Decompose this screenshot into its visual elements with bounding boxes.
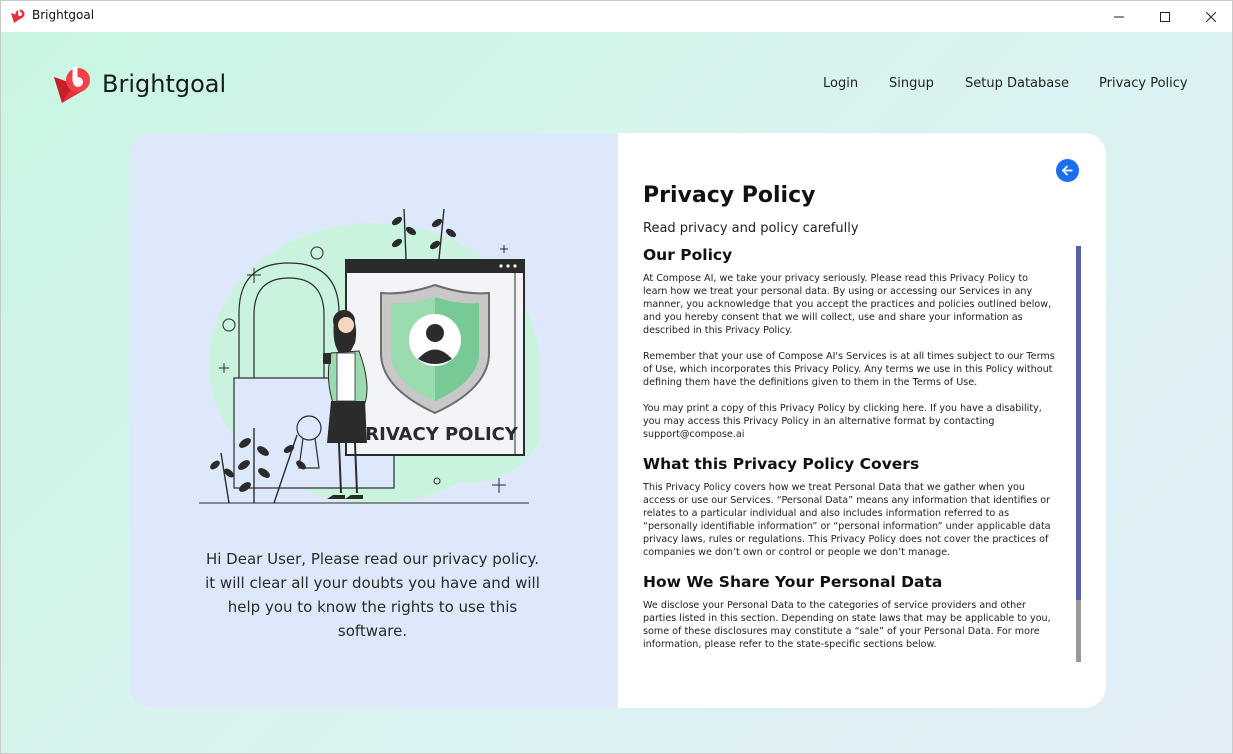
back-button[interactable] <box>1056 159 1079 182</box>
app-window: Brightgoal Brightgoal Login Singup Setup… <box>0 0 1233 754</box>
section-heading: What this Privacy Policy Covers <box>643 455 920 473</box>
nav-signup-link[interactable]: Singup <box>889 76 934 91</box>
close-icon <box>1206 11 1216 22</box>
maximize-button[interactable] <box>1142 1 1188 32</box>
title-bar: Brightgoal <box>1 1 1232 32</box>
section-paragraph: Remember that your use of Compose AI's S… <box>643 351 1055 388</box>
scrollbar-thumb[interactable] <box>1076 246 1081 600</box>
app-content: Brightgoal Login Singup Setup Database P… <box>1 32 1232 753</box>
illustration-caption: PRIVACY POLICY <box>352 424 519 445</box>
nav-privacy-policy-link[interactable]: Privacy Policy <box>1099 76 1188 91</box>
section-heading: How We Share Your Personal Data <box>643 573 943 591</box>
policy-scroll-area[interactable]: Our Policy At Compose AI, we take your p… <box>643 246 1055 662</box>
page-title: Privacy Policy <box>643 183 816 208</box>
page-subtitle: Read privacy and policy carefully <box>643 221 859 236</box>
window-title: Brightgoal <box>32 8 95 22</box>
close-button[interactable] <box>1188 1 1232 32</box>
nav-setup-database-link[interactable]: Setup Database <box>965 76 1069 91</box>
brightgoal-logo-icon <box>11 8 25 23</box>
policy-panel: Privacy Policy Read privacy and policy c… <box>618 133 1106 708</box>
nav-login-link[interactable]: Login <box>823 76 858 91</box>
minimize-icon <box>1114 16 1124 17</box>
section-paragraph: At Compose AI, we take your privacy seri… <box>643 273 1052 336</box>
privacy-card: PRIVACY POLICY Hi Dear User, Please read… <box>129 133 1106 708</box>
section-heading: Our Policy <box>643 246 733 264</box>
section-paragraph: We disclose your Personal Data to the ca… <box>643 600 1051 650</box>
section-paragraph: You may print a copy of this Privacy Pol… <box>643 403 1042 440</box>
section-paragraph: This Privacy Policy covers how we treat … <box>643 482 1051 558</box>
maximize-icon <box>1160 11 1170 22</box>
arrow-left-icon <box>1061 165 1073 176</box>
policy-scrollbar[interactable] <box>1076 246 1081 662</box>
minimize-button[interactable] <box>1096 1 1142 32</box>
privacy-policy-illustration: PRIVACY POLICY <box>199 208 539 504</box>
intro-message: Hi Dear User, Please read our privacy po… <box>205 550 540 640</box>
top-nav: Login Singup Setup Database Privacy Poli… <box>1 76 1232 96</box>
intro-panel: PRIVACY POLICY Hi Dear User, Please read… <box>129 133 618 708</box>
